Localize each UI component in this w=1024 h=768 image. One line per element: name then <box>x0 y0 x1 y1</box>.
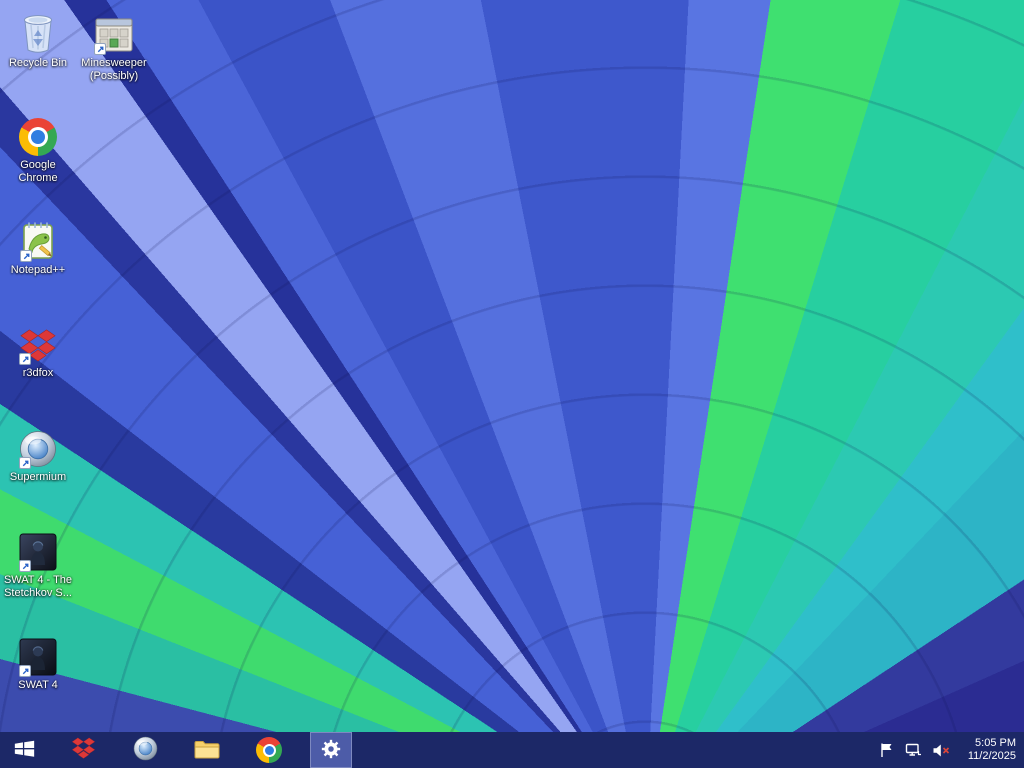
desktop-icon-label: Recycle Bin <box>8 57 68 69</box>
network-icon[interactable] <box>904 741 923 760</box>
desktop-icon-supermium[interactable]: Supermium <box>2 424 74 484</box>
clock-date: 11/2/2025 <box>967 750 1016 762</box>
minesweeper-window-icon <box>94 10 134 55</box>
taskbar-file-explorer-button[interactable] <box>186 732 228 768</box>
notepad-plus-plus-icon <box>20 217 56 262</box>
swat4-icon <box>19 632 57 677</box>
supermium-globe-icon <box>19 424 57 469</box>
desktop-icon-label: SWAT 4 <box>18 679 58 691</box>
taskbar: 5:05 PM 11/2/2025 <box>0 732 1024 768</box>
settings-gear-icon <box>320 738 342 763</box>
r3dfox-icon <box>71 737 96 763</box>
shortcut-arrow-icon <box>20 250 32 262</box>
taskbar-clock[interactable]: 5:05 PM 11/2/2025 <box>958 737 1016 763</box>
desktop-icon-label: Minesweeper (Possibly) <box>81 57 147 82</box>
desktop-icon-label: Notepad++ <box>10 264 66 276</box>
shortcut-arrow-icon <box>19 457 31 469</box>
desktop-icon-label: SWAT 4 - The Stetchkov S... <box>3 574 73 599</box>
desktop-icon-label: Supermium <box>9 471 67 483</box>
clock-time: 5:05 PM <box>975 737 1016 749</box>
start-button[interactable] <box>0 732 48 768</box>
desktop-icon-google-chrome[interactable]: Google Chrome <box>2 112 74 185</box>
desktop-icon-recycle-bin[interactable]: Recycle Bin <box>2 10 74 70</box>
windows-logo-icon <box>13 737 36 763</box>
taskbar-supermium-button[interactable] <box>124 732 166 768</box>
desktop-icon-swat4-expansion[interactable]: SWAT 4 - The Stetchkov S... <box>2 527 74 600</box>
taskbar-settings-button[interactable] <box>310 732 352 768</box>
shortcut-arrow-icon <box>19 665 31 677</box>
taskbar-chrome-button[interactable] <box>248 732 290 768</box>
desktop-icon-label: Google Chrome <box>18 159 58 184</box>
desktop-icon-notepad-plus-plus[interactable]: Notepad++ <box>2 217 74 277</box>
desktop-wallpaper[interactable]: Recycle Bin Minesweeper (Possibly) Googl… <box>0 0 1024 768</box>
shortcut-arrow-icon <box>94 43 106 55</box>
action-center-flag-icon[interactable] <box>877 741 896 760</box>
desktop-icon-minesweeper[interactable]: Minesweeper (Possibly) <box>78 10 150 83</box>
supermium-globe-icon <box>133 736 158 764</box>
system-tray: 5:05 PM 11/2/2025 <box>877 732 1024 768</box>
taskbar-r3dfox-button[interactable] <box>62 732 104 768</box>
google-chrome-icon <box>256 737 282 763</box>
volume-muted-icon[interactable] <box>931 741 950 760</box>
recycle-bin-icon <box>19 10 57 54</box>
desktop-icon-label: r3dfox <box>22 367 54 379</box>
file-explorer-folder-icon <box>194 738 220 763</box>
desktop-icon-r3dfox[interactable]: r3dfox <box>2 320 74 380</box>
r3dfox-icon <box>19 320 57 365</box>
desktop-icon-swat4[interactable]: SWAT 4 <box>2 632 74 692</box>
swat4-expansion-icon <box>19 527 57 572</box>
google-chrome-icon <box>19 112 57 156</box>
shortcut-arrow-icon <box>19 353 31 365</box>
shortcut-arrow-icon <box>19 560 31 572</box>
